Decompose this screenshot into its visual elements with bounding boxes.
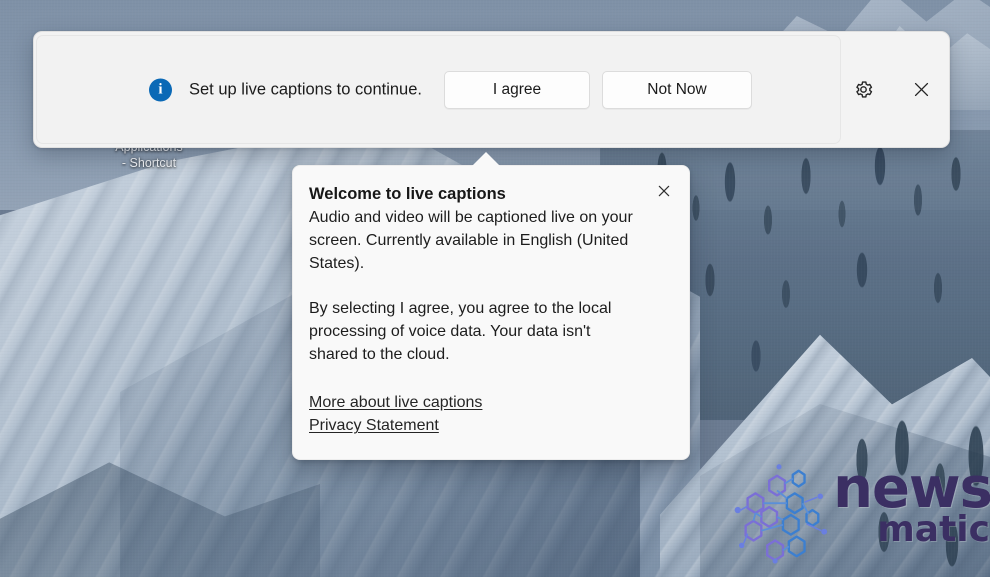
wallpaper-foreground-trees: [840, 400, 990, 577]
close-icon-glyph: [914, 82, 928, 97]
privacy-statement-link[interactable]: Privacy Statement: [309, 414, 439, 437]
live-captions-window-controls: [841, 32, 949, 147]
info-icon: i: [149, 78, 172, 101]
not-now-button[interactable]: Not Now: [602, 70, 752, 109]
dialog-title: Welcome to live captions: [309, 185, 506, 203]
gear-icon-glyph: [855, 81, 872, 98]
live-captions-bar: i Set up live captions to continue. I ag…: [33, 31, 950, 148]
more-about-live-captions-link[interactable]: More about live captions: [309, 391, 482, 414]
live-captions-message: Set up live captions to continue.: [189, 80, 422, 98]
desktop-wallpaper: Applications - Shortcut i Set up live ca…: [0, 0, 990, 577]
welcome-live-captions-dialog: Welcome to live captions Audio and video…: [292, 152, 690, 461]
desktop-shortcut-label-line2: - Shortcut: [121, 156, 177, 170]
dialog-pointer-arrow: [471, 152, 501, 167]
dialog-paragraph-availability: Audio and video will be captioned live o…: [309, 209, 633, 273]
dialog-close-icon-glyph: [658, 185, 670, 197]
close-icon[interactable]: [904, 73, 938, 107]
dialog-links-group: More about live captions Privacy Stateme…: [309, 391, 669, 437]
dialog-close-icon[interactable]: [651, 178, 677, 204]
i-agree-button[interactable]: I agree: [444, 70, 590, 109]
gear-icon[interactable]: [846, 73, 880, 107]
live-captions-message-panel: i Set up live captions to continue. I ag…: [36, 35, 841, 144]
info-icon-glyph: i: [158, 81, 163, 97]
dialog-paragraph-consent: By selecting I agree, you agree to the l…: [309, 299, 612, 364]
